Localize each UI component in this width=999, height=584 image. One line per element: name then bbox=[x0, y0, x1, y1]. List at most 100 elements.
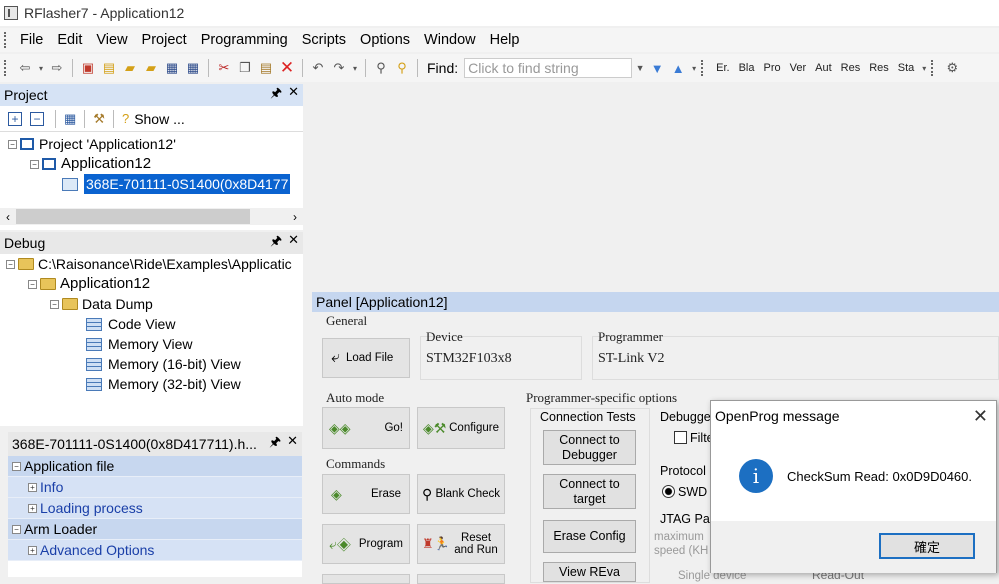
collapse-icon[interactable]: − bbox=[6, 259, 15, 269]
application-node[interactable]: Application12 bbox=[61, 154, 151, 174]
expand-icon[interactable]: + bbox=[28, 482, 37, 492]
collapse-icon[interactable]: − bbox=[12, 461, 21, 471]
menu-window[interactable]: Window bbox=[417, 32, 483, 48]
dialog-close-icon[interactable]: ✕ bbox=[973, 406, 988, 427]
copy-icon[interactable]: ❐ bbox=[236, 59, 254, 77]
load-file-button[interactable]: ⤶ Load File bbox=[322, 338, 410, 378]
undo-icon[interactable]: ↶ bbox=[309, 59, 327, 77]
debug-application[interactable]: Application12 bbox=[60, 274, 150, 294]
back-icon[interactable]: ⇦ bbox=[16, 59, 34, 77]
pin-icon[interactable]: 🖈 bbox=[270, 232, 282, 254]
pin-icon[interactable]: 🖈 bbox=[270, 84, 282, 106]
help-icon[interactable]: ? bbox=[122, 111, 129, 126]
new-project-icon[interactable]: ▣ bbox=[79, 59, 97, 77]
blank-check-button[interactable]: ⚲ Blank Check bbox=[417, 474, 505, 514]
tb-erase-button[interactable]: Er. bbox=[713, 62, 732, 74]
memory-view-item[interactable]: Memory View bbox=[108, 334, 193, 354]
paste-icon[interactable]: ▤ bbox=[257, 59, 275, 77]
redo-icon[interactable]: ↷ bbox=[330, 59, 348, 77]
reset-run-button[interactable]: ♜🏃 Reset and Run bbox=[417, 524, 505, 564]
save-icon[interactable]: ▦ bbox=[163, 59, 181, 77]
tb-program-button[interactable]: Pro bbox=[760, 62, 783, 74]
find-dropdown-icon[interactable]: ▼ bbox=[635, 59, 645, 77]
collapse-all-icon[interactable]: − bbox=[30, 111, 44, 126]
item-info[interactable]: + Info bbox=[8, 477, 302, 498]
find-icon[interactable]: ⚲ bbox=[372, 59, 390, 77]
tb-reset-button[interactable]: Res bbox=[838, 62, 864, 74]
menu-help[interactable]: Help bbox=[483, 32, 527, 48]
debug-path[interactable]: C:\Raisonance\Ride\Examples\Applicatic bbox=[38, 254, 292, 274]
expand-icon[interactable]: + bbox=[28, 503, 37, 513]
memory-32-view-item[interactable]: Memory (32-bit) View bbox=[108, 374, 241, 394]
erase-config-button[interactable]: Erase Config bbox=[543, 520, 636, 553]
configure-button[interactable]: ◈⚒ Configure bbox=[417, 407, 505, 449]
tb-start-button[interactable]: Sta bbox=[895, 62, 918, 74]
connect-debugger-button[interactable]: Connect to Debugger bbox=[543, 430, 636, 465]
settings-icon[interactable]: ⚙ bbox=[943, 59, 961, 77]
open-file-icon[interactable]: ▰ bbox=[142, 59, 160, 77]
save-all-icon[interactable]: ▦ bbox=[184, 59, 202, 77]
tools-icon[interactable]: ⚒ bbox=[93, 111, 105, 127]
find-prev-icon[interactable]: ▲ bbox=[669, 59, 687, 77]
show-button[interactable]: Show ... bbox=[134, 111, 185, 127]
forward-icon[interactable]: ⇨ bbox=[48, 59, 66, 77]
tb-reset2-button[interactable]: Res bbox=[866, 62, 892, 74]
scroll-thumb[interactable] bbox=[16, 209, 250, 224]
menu-scripts[interactable]: Scripts bbox=[295, 32, 353, 48]
open-folder-icon[interactable]: ▰ bbox=[121, 59, 139, 77]
swd-radio[interactable] bbox=[662, 485, 675, 498]
connect-target-button[interactable]: Connect to target bbox=[543, 474, 636, 509]
collapse-icon[interactable]: − bbox=[30, 159, 39, 169]
collapse-icon[interactable]: − bbox=[12, 524, 21, 534]
scroll-left-icon[interactable]: ‹ bbox=[0, 210, 16, 224]
tb-auto-button[interactable]: Aut bbox=[812, 62, 835, 74]
close-icon[interactable]: ✕ bbox=[288, 232, 299, 254]
menu-options[interactable]: Options bbox=[353, 32, 417, 48]
collapse-icon[interactable]: − bbox=[8, 139, 17, 149]
ok-button[interactable]: 確定 bbox=[879, 533, 975, 559]
menu-edit[interactable]: Edit bbox=[50, 32, 89, 48]
item-loading-process[interactable]: + Loading process bbox=[8, 498, 302, 519]
file-node[interactable]: 368E-701111-0S1400(0x8D4177 bbox=[84, 174, 291, 194]
dropdown-icon[interactable]: ▾ bbox=[37, 59, 45, 77]
section-arm-loader[interactable]: − Arm Loader bbox=[8, 519, 302, 540]
cut-icon[interactable]: ✂ bbox=[215, 59, 233, 77]
scroll-right-icon[interactable]: › bbox=[287, 210, 303, 224]
dropdown-icon[interactable]: ▾ bbox=[920, 59, 928, 77]
data-dump-folder[interactable]: Data Dump bbox=[82, 294, 153, 314]
go-button[interactable]: ◈◈ Go! bbox=[322, 407, 410, 449]
tb-verify-button[interactable]: Ver bbox=[787, 62, 810, 74]
find-input[interactable]: Click to find string bbox=[464, 58, 633, 78]
expand-icon[interactable]: + bbox=[28, 545, 37, 555]
find-in-files-icon[interactable]: ⚲ bbox=[393, 59, 411, 77]
more-button[interactable] bbox=[417, 574, 505, 584]
more-button[interactable] bbox=[322, 574, 410, 584]
pin-icon[interactable]: 🖈 bbox=[269, 433, 281, 455]
dropdown-icon[interactable]: ▾ bbox=[690, 59, 698, 77]
close-icon[interactable]: ✕ bbox=[288, 84, 299, 106]
new-file-icon[interactable]: ▤ bbox=[100, 59, 118, 77]
collapse-icon[interactable]: − bbox=[50, 299, 59, 309]
close-icon[interactable]: ✕ bbox=[287, 433, 298, 455]
menu-project[interactable]: Project bbox=[135, 32, 194, 48]
properties-icon[interactable]: ▦ bbox=[64, 111, 76, 127]
expand-all-icon[interactable]: + bbox=[8, 111, 22, 126]
menu-view[interactable]: View bbox=[89, 32, 134, 48]
view-reva-button[interactable]: View REva bbox=[543, 562, 636, 582]
delete-icon[interactable]: ✕ bbox=[278, 58, 296, 77]
filter-checkbox[interactable] bbox=[674, 431, 687, 444]
menu-file[interactable]: File bbox=[13, 32, 50, 48]
code-view-item[interactable]: Code View bbox=[108, 314, 175, 334]
menu-programming[interactable]: Programming bbox=[194, 32, 295, 48]
collapse-icon[interactable]: − bbox=[28, 279, 37, 289]
item-advanced-options[interactable]: + Advanced Options bbox=[8, 540, 302, 561]
tb-blank-button[interactable]: Bla bbox=[736, 62, 758, 74]
memory-16-view-item[interactable]: Memory (16-bit) View bbox=[108, 354, 241, 374]
dropdown-icon[interactable]: ▾ bbox=[351, 59, 359, 77]
erase-button[interactable]: ◈ Erase bbox=[322, 474, 410, 514]
section-application-file[interactable]: − Application file bbox=[8, 456, 302, 477]
project-root[interactable]: Project 'Application12' bbox=[39, 134, 176, 154]
program-button[interactable]: ⤶◈ Program bbox=[322, 524, 410, 564]
horizontal-scrollbar[interactable]: ‹ › bbox=[0, 208, 303, 225]
find-next-icon[interactable]: ▼ bbox=[648, 59, 666, 77]
